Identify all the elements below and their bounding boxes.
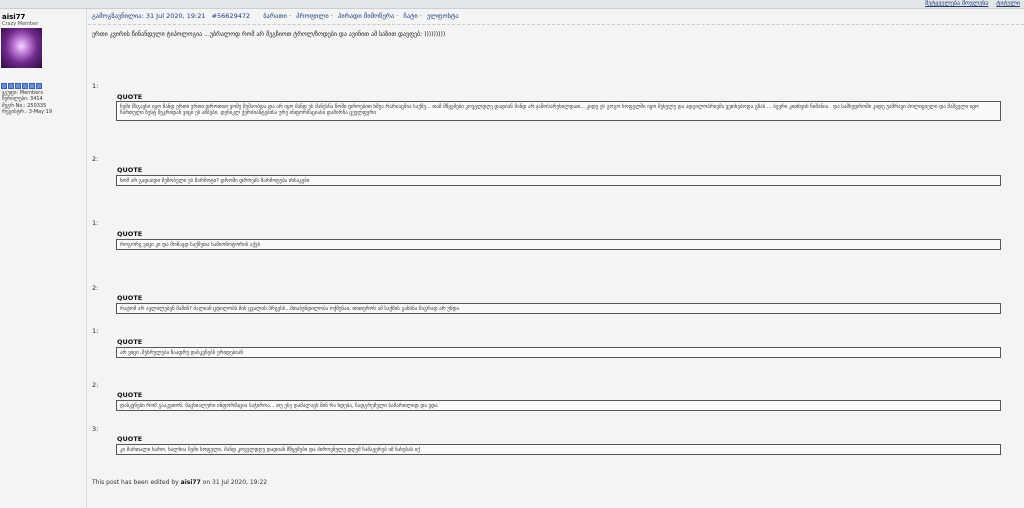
quote-number: 1: <box>92 82 99 90</box>
quote-label: QUOTE <box>117 338 143 346</box>
rank-pip <box>36 83 42 89</box>
quote-box: როგორც ვიცი კი და მოზავდ საქმეთა სამიონო… <box>116 239 1001 250</box>
quote-box: რატომ არ ავლილებენ მაშინ? ძალიან ცდილობს… <box>116 303 1001 314</box>
email-link[interactable]: ელფოსტა <box>427 12 459 20</box>
post-date: გამოგზავნილია: 31 Jul 2020, 19:21 <box>92 12 206 20</box>
quote-text: რატომ არ ავლილებენ მაშინ? ძალიან ცდილობს… <box>120 306 460 312</box>
top-links: მეტყველება მოვლენა ტიტული <box>919 0 1020 7</box>
rank-pips <box>1 83 42 89</box>
avatar <box>1 28 42 68</box>
user-member-no: მეგრ No.: 250335 <box>2 102 47 109</box>
quote-number: 3: <box>92 425 99 433</box>
top-link-2[interactable]: ტიტული <box>996 0 1020 7</box>
top-link-1[interactable]: მეტყველება მოვლენა <box>925 0 988 7</box>
quote-label: QUOTE <box>117 294 143 302</box>
post-intro-text: ერთი კვირის წინანდელი ტიპოლოგია ...უბრალ… <box>92 31 446 38</box>
quote-label: QUOTE <box>117 391 143 399</box>
quote-label: QUOTE <box>117 435 143 443</box>
rank-pip <box>1 83 7 89</box>
quote-text: ხომ არ გადაიდი მეზობელი ეს მარმოტი? დროშ… <box>120 178 310 184</box>
edit-note: This post has been edited by aisi77 on 3… <box>92 479 267 486</box>
quote-text: ჩემი მსგავსი იყო მანდ ერთი ერთი დროთით ვ… <box>120 104 979 117</box>
divider <box>88 24 1024 25</box>
quote-number: 1: <box>92 327 99 335</box>
profile-link[interactable]: პროფილი <box>296 12 329 20</box>
username[interactable]: aisi77 <box>2 13 25 21</box>
quote-text: არ ვიცი ,შესრულება ზაადრუ დასკვნებს ერიდ… <box>120 350 244 356</box>
chat-link[interactable]: ჩატი <box>403 12 417 20</box>
quote-number: 2: <box>92 284 99 292</box>
private-message-link[interactable]: პირადი მიმოწერა <box>338 12 394 20</box>
quote-number: 2: <box>92 155 99 163</box>
post-action-links: ბარათი · პროფილი · პირადი მიმოწერა · ჩატ… <box>263 12 459 20</box>
quote-label: QUOTE <box>117 93 143 101</box>
rank-pip <box>8 83 14 89</box>
card-link[interactable]: ბარათი <box>263 12 287 20</box>
quote-text: კი მართალი ხარო, ხალხია ჩემი სოფელი, მან… <box>120 447 420 453</box>
top-navigation-bar: მეტყველება მოვლენა ტიტული <box>0 0 1024 9</box>
quote-text: დასკვნები რომ გააკეთონ, მაცხიალური ინფორ… <box>120 403 438 409</box>
editor-name[interactable]: aisi77 <box>181 479 201 486</box>
quote-label: QUOTE <box>117 166 143 174</box>
quote-box: ხომ არ გადაიდი მეზობელი ეს მარმოტი? დროშ… <box>116 175 1001 186</box>
post-id-link[interactable]: #56629472 <box>212 12 251 20</box>
user-title: Crazy Member <box>2 21 39 27</box>
quote-label: QUOTE <box>117 230 143 238</box>
rank-pip <box>22 83 28 89</box>
edit-note-suffix: on 31 Jul 2020, 19:22 <box>202 479 268 486</box>
quote-number: 1: <box>92 219 99 227</box>
quote-box: არ ვიცი ,შესრულება ზაადრუ დასკვნებს ერიდ… <box>116 347 1001 358</box>
edit-note-prefix: This post has been edited by <box>92 479 179 486</box>
post-header: გამოგზავნილია: 31 Jul 2020, 19:21 #56629… <box>92 12 459 20</box>
rank-pip <box>15 83 21 89</box>
quote-text: როგორც ვიცი კი და მოზავდ საქმეთა სამიონო… <box>120 242 261 248</box>
quote-box: კი მართალი ხარო, ხალხია ჩემი სოფელი, მან… <box>116 444 1001 455</box>
quote-number: 2: <box>92 381 99 389</box>
user-info-column: aisi77 Crazy Member ჯგუფი: Members წერილ… <box>0 9 87 508</box>
rank-pip <box>29 83 35 89</box>
quote-box: დასკვნები რომ გააკეთონ, მაცხიალური ინფორ… <box>116 400 1001 411</box>
quote-box: ჩემი მსგავსი იყო მანდ ერთი ერთი დროთით ვ… <box>116 101 1001 121</box>
user-details: ჯგუფი: Members წერილები: 3414 მეგრ No.: … <box>2 90 52 115</box>
user-registered: რეგისტრ.: 3-May 19 <box>2 108 53 115</box>
